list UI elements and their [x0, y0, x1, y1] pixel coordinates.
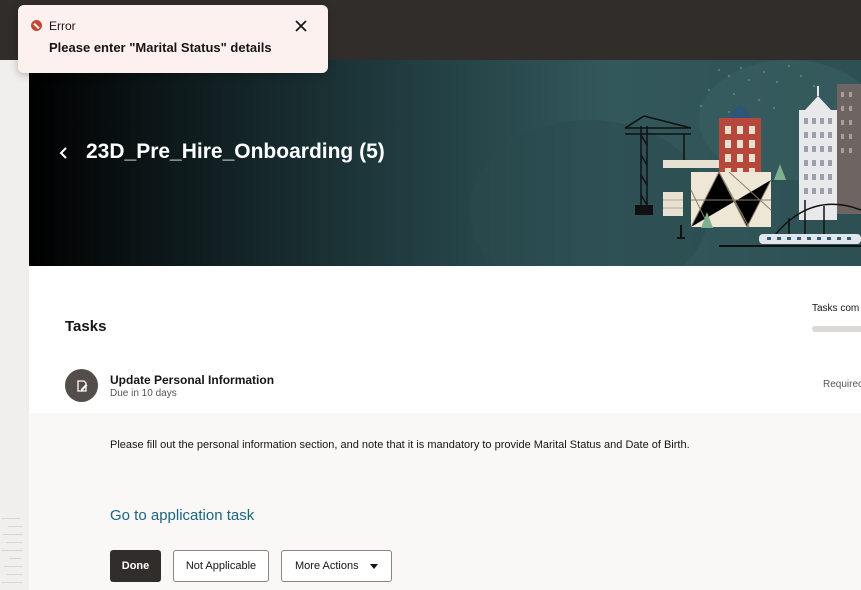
not-applicable-button[interactable]: Not Applicable — [173, 550, 269, 582]
toast-message: Please enter "Marital Status" details — [49, 40, 272, 55]
task-title[interactable]: Update Personal Information — [110, 373, 274, 387]
more-actions-label: More Actions — [295, 560, 359, 572]
close-icon — [295, 20, 307, 32]
go-to-application-task-link[interactable]: Go to application task — [110, 507, 254, 524]
left-rail — [0, 60, 29, 590]
done-button[interactable]: Done — [110, 550, 161, 582]
page-banner: 23D_Pre_Hire_Onboarding (5) — [29, 60, 861, 266]
tasks-panel: Tasks Tasks com Update Personal Informat… — [29, 266, 861, 590]
error-icon — [31, 20, 42, 31]
task-due-date: Due in 10 days — [110, 388, 177, 399]
page-title: 23D_Pre_Hire_Onboarding (5) — [86, 140, 385, 163]
close-toast-button[interactable] — [292, 17, 310, 35]
chevron-left-icon — [59, 147, 67, 159]
tasks-completed-label: Tasks com — [812, 303, 860, 314]
task-description: Please fill out the personal information… — [110, 439, 690, 451]
tasks-progress-bar — [812, 326, 861, 332]
task-avatar — [65, 369, 98, 402]
error-toast: Error Please enter "Marital Status" deta… — [18, 5, 328, 73]
edit-document-icon — [76, 379, 87, 392]
task-required-badge: Requirec — [823, 379, 861, 390]
task-detail: Please fill out the personal information… — [29, 413, 861, 590]
back-button[interactable] — [55, 143, 73, 163]
more-actions-button[interactable]: More Actions — [281, 550, 392, 582]
caret-down-icon — [370, 564, 378, 569]
tasks-heading: Tasks — [65, 318, 107, 335]
toast-title: Error — [49, 19, 76, 33]
